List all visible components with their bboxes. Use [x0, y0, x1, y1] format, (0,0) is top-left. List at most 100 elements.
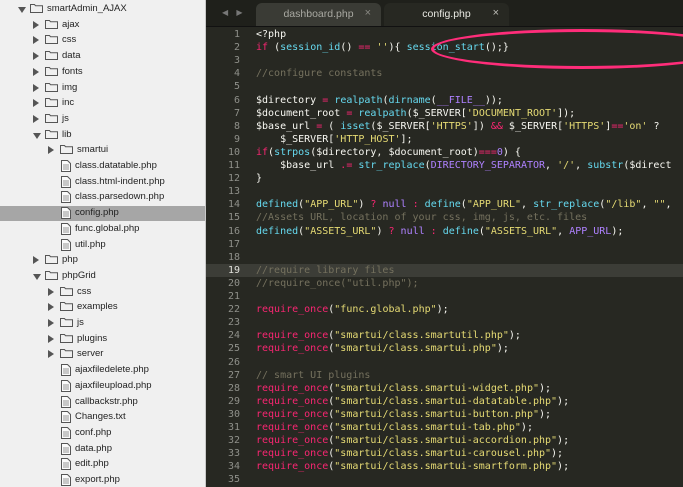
tree-folder[interactable]: ajax [0, 18, 205, 33]
code-line[interactable]: //require library files [256, 264, 683, 277]
tree-folder[interactable]: js [0, 112, 205, 127]
tree-folder[interactable]: inc [0, 96, 205, 111]
code-line[interactable]: require_once("smartui/class.smartui-widg… [256, 382, 683, 395]
tree-file[interactable]: Changes.txt [0, 410, 205, 425]
tree-file[interactable]: config.php [0, 206, 205, 222]
tree-folder[interactable]: plugins [0, 332, 205, 347]
line-number: 30 [227, 408, 240, 420]
disclosure-right-icon[interactable] [48, 334, 54, 343]
tree-folder[interactable]: smartui [0, 143, 205, 158]
code-line[interactable]: require_once("smartui/class.smartui-tab.… [256, 421, 683, 434]
disclosure-right-icon[interactable] [48, 303, 54, 312]
disclosure-right-icon[interactable] [48, 319, 54, 327]
tree-file[interactable]: callbackstr.php [0, 395, 205, 410]
code-line[interactable]: $base_url .= str_replace(DIRECTORY_SEPAR… [256, 159, 683, 172]
disclosure-down-icon[interactable] [33, 273, 41, 280]
tree-file[interactable]: ajaxfiledelete.php [0, 363, 205, 378]
disclosure-right-icon[interactable] [33, 114, 39, 123]
tree-item-label: js [62, 112, 69, 124]
tree-folder[interactable]: img [0, 81, 205, 96]
code-line[interactable]: require_once("smartui/class.smartui-acco… [256, 434, 683, 447]
code-line[interactable]: require_once("func.global.php"); [256, 303, 683, 316]
folder-icon [45, 50, 58, 63]
code-line[interactable] [256, 80, 683, 93]
code-line[interactable] [256, 316, 683, 329]
code-line[interactable]: defined("APP_URL") ? null : define("APP_… [256, 198, 683, 211]
code-line[interactable] [256, 185, 683, 198]
code-token: "smartui/class.smartui-datatable.php" [334, 395, 558, 407]
disclosure-right-icon[interactable] [33, 67, 39, 76]
disclosure-right-icon[interactable] [48, 350, 54, 359]
tree-item-label: ajaxfileupload.php [75, 379, 152, 391]
code-line[interactable]: $directory = realpath(dirname(__FILE__))… [256, 94, 683, 107]
code-line[interactable]: $_SERVER['HTTP_HOST']; [256, 133, 683, 146]
code-line[interactable] [256, 238, 683, 251]
disclosure-right-icon[interactable] [33, 20, 39, 29]
code-line[interactable]: require_once("smartui/class.smartui-data… [256, 395, 683, 408]
disclosure-right-icon[interactable] [33, 256, 39, 265]
tree-file[interactable]: edit.php [0, 457, 205, 472]
tree-file[interactable]: conf.php [0, 426, 205, 441]
tree-file[interactable]: ajaxfileupload.php [0, 379, 205, 394]
tree-item-label: phpGrid [62, 269, 96, 281]
tree-file[interactable]: class.html-indent.php [0, 175, 205, 190]
code-line[interactable]: $document_root = realpath($_SERVER['DOCU… [256, 107, 683, 120]
code-token: )); [484, 94, 503, 106]
close-tab-icon[interactable]: × [493, 7, 499, 19]
disclosure-right-icon[interactable] [33, 99, 39, 108]
tree-folder[interactable]: server [0, 347, 205, 362]
tree-folder[interactable]: css [0, 285, 205, 300]
code-line[interactable]: defined("ASSETS_URL") ? null : define("A… [256, 225, 683, 238]
code-line[interactable]: if(strpos($directory, $document_root)===… [256, 146, 683, 159]
code-line[interactable] [256, 356, 683, 369]
tab-dashboard-php[interactable]: dashboard.php × [256, 3, 381, 26]
code-line[interactable]: require_once("smartui/class.smartutil.ph… [256, 329, 683, 342]
tree-folder[interactable]: fonts [0, 65, 205, 80]
tree-file[interactable]: func.global.php [0, 222, 205, 237]
code-line[interactable]: require_once("smartui/class.smartui-smar… [256, 460, 683, 473]
code-line[interactable]: require_once("smartui/class.smartui.php"… [256, 342, 683, 355]
code-line[interactable] [256, 290, 683, 303]
code-token: } [256, 173, 263, 185]
tree-folder[interactable]: data [0, 49, 205, 64]
line-number: 3 [233, 55, 240, 67]
tree-folder[interactable]: css [0, 33, 205, 48]
code-line[interactable]: // smart UI plugins [256, 369, 683, 382]
tree-folder[interactable]: examples [0, 300, 205, 315]
code-line[interactable]: } [256, 172, 683, 185]
code-line[interactable]: //require_once("util.php"); [256, 277, 683, 290]
disclosure-right-icon[interactable] [33, 52, 39, 61]
code-line[interactable]: require_once("smartui/class.smartui-butt… [256, 408, 683, 421]
code-line[interactable]: //configure constants [256, 67, 683, 80]
tree-file[interactable]: data.php [0, 442, 205, 457]
disclosure-down-icon[interactable] [18, 7, 26, 13]
tree-folder[interactable]: smartAdmin_AJAX [0, 2, 205, 17]
line-number: 20 [227, 277, 240, 289]
code-line[interactable]: $base_url = ( isset($_SERVER['HTTPS']) &… [256, 120, 683, 133]
tab-config-php[interactable]: config.php × [384, 3, 509, 26]
code-line[interactable]: //Assets URL, location of your css, img,… [256, 211, 683, 224]
tree-folder[interactable]: php [0, 253, 205, 268]
disclosure-right-icon[interactable] [33, 36, 39, 45]
tree-folder[interactable]: phpGrid [0, 269, 205, 284]
code-line[interactable] [256, 251, 683, 264]
disclosure-down-icon[interactable] [33, 132, 41, 139]
tree-folder[interactable]: js [0, 316, 205, 331]
tree-file[interactable]: util.php [0, 238, 205, 253]
tree-folder[interactable]: lib [0, 128, 205, 143]
tree-file[interactable]: export.php [0, 473, 205, 487]
code-token: define [424, 199, 461, 211]
disclosure-right-icon[interactable] [33, 83, 39, 92]
disclosure-right-icon[interactable] [48, 287, 54, 296]
tab-nav-arrows-icon[interactable]: ◀ ▶ [222, 8, 246, 17]
disclosure-right-icon[interactable] [48, 146, 54, 155]
tree-file[interactable]: class.datatable.php [0, 159, 205, 174]
code-line[interactable] [256, 473, 683, 486]
code-token: "smartui/class.smartui-carousel.php" [334, 448, 552, 460]
code-token: "func.global.php" [334, 304, 437, 316]
tree-item-label: data [62, 50, 81, 62]
close-tab-icon[interactable]: × [365, 7, 371, 19]
code-token: ]) [472, 120, 491, 132]
tree-file[interactable]: class.parsedown.php [0, 190, 205, 205]
code-line[interactable]: require_once("smartui/class.smartui-caro… [256, 447, 683, 460]
